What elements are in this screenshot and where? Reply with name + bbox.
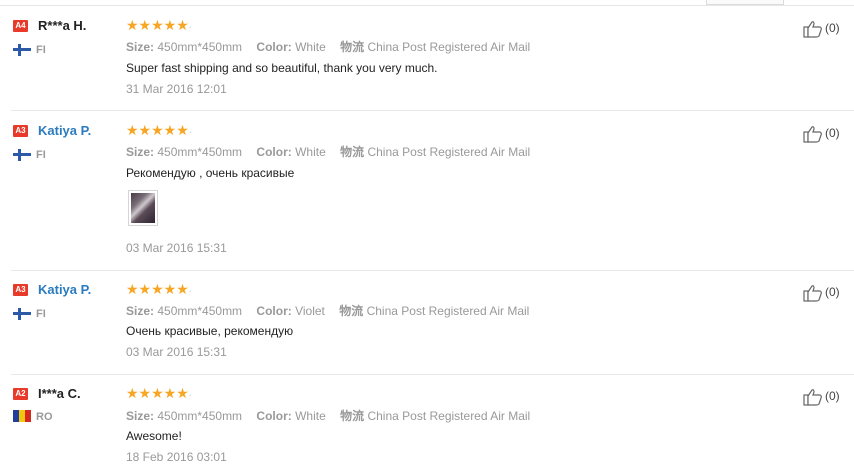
rating-stars: ★★★★★·	[126, 122, 192, 138]
review-item: A3 Katiya P. FI ★★★★★· Size: 450mm*450mm…	[0, 111, 854, 271]
helpful-count: (0)	[825, 285, 840, 300]
size-label: Size:	[126, 145, 155, 159]
color-value: White	[295, 145, 326, 159]
page-control-edge	[706, 0, 784, 5]
color-label: Color:	[256, 40, 292, 54]
order-attributes: Size: 450mm*450mm Color: White 物流 China …	[126, 143, 530, 160]
helpful-button[interactable]: (0)	[803, 20, 840, 38]
star-icons: ★★★★★	[126, 281, 189, 297]
review-text: Очень красивые, рекомендую	[126, 324, 294, 338]
order-attributes: Size: 450mm*450mm Color: White 物流 China …	[126, 38, 530, 55]
thumbs-up-icon	[803, 126, 822, 143]
shipping-value: China Post Registered Air Mail	[367, 409, 531, 423]
shipping-label: 物流	[340, 409, 365, 423]
size-label: Size:	[126, 409, 155, 423]
buyer-name[interactable]: Katiya P.	[38, 282, 91, 297]
review-text: Super fast shipping and so beautiful, th…	[126, 61, 438, 75]
size-label: Size:	[126, 40, 155, 54]
helpful-button[interactable]: (0)	[803, 125, 840, 143]
country-code: FI	[36, 44, 46, 56]
shipping-value: China Post Registered Air Mail	[366, 304, 530, 318]
color-label: Color:	[256, 145, 292, 159]
color-value: Violet	[295, 304, 325, 318]
size-value: 450mm*450mm	[157, 409, 243, 423]
review-item: A4 R***a H. FI ★★★★★· Size: 450mm*450mm …	[0, 6, 854, 111]
helpful-count: (0)	[825, 389, 840, 404]
buyer-level-badge: A4	[13, 20, 28, 32]
review-date: 03 Mar 2016 15:31	[126, 345, 227, 359]
helpful-button[interactable]: (0)	[803, 284, 840, 302]
country-code: RO	[36, 411, 53, 423]
size-label: Size:	[126, 304, 155, 318]
country-flag-icon	[13, 149, 31, 161]
order-attributes: Size: 450mm*450mm Color: White 物流 China …	[126, 407, 530, 424]
color-label: Color:	[256, 409, 292, 423]
color-value: White	[295, 40, 326, 54]
thumbs-up-icon	[803, 389, 822, 406]
helpful-count: (0)	[825, 21, 840, 36]
review-photo-thumbnail[interactable]	[128, 190, 158, 226]
review-date: 31 Mar 2016 12:01	[126, 82, 227, 96]
helpful-button[interactable]: (0)	[803, 388, 840, 406]
shipping-value: China Post Registered Air Mail	[367, 40, 531, 54]
size-value: 450mm*450mm	[157, 40, 243, 54]
color-label: Color:	[256, 304, 292, 318]
photo-image	[131, 193, 155, 223]
review-date: 18 Feb 2016 03:01	[126, 450, 227, 464]
rating-stars: ★★★★★·	[126, 281, 192, 297]
review-item: A2 I***a C. RO ★★★★★· Size: 450mm*450mm …	[0, 375, 854, 474]
color-value: White	[295, 409, 326, 423]
size-value: 450mm*450mm	[157, 304, 243, 318]
shipping-label: 物流	[339, 304, 364, 318]
order-attributes: Size: 450mm*450mm Color: Violet 物流 China…	[126, 302, 529, 319]
rating-stars: ★★★★★·	[126, 17, 192, 33]
buyer-level-badge: A3	[13, 125, 28, 137]
buyer-name[interactable]: Katiya P.	[38, 123, 91, 138]
thumbs-up-icon	[803, 285, 822, 302]
shipping-value: China Post Registered Air Mail	[367, 145, 531, 159]
buyer-name: R***a H.	[38, 18, 87, 33]
review-text: Рекомендую , очень красивые	[126, 166, 295, 180]
shipping-label: 物流	[340, 40, 365, 54]
country-flag-icon	[13, 410, 31, 422]
buyer-level-badge: A2	[13, 388, 28, 400]
star-icons: ★★★★★	[126, 122, 189, 138]
rating-stars: ★★★★★·	[126, 385, 192, 401]
star-icons: ★★★★★	[126, 385, 189, 401]
review-item: A3 Katiya P. FI ★★★★★· Size: 450mm*450mm…	[0, 271, 854, 375]
review-text: Awesome!	[126, 429, 182, 443]
size-value: 450mm*450mm	[157, 145, 243, 159]
helpful-count: (0)	[825, 126, 840, 141]
review-date: 03 Mar 2016 15:31	[126, 241, 227, 255]
buyer-level-badge: A3	[13, 284, 28, 296]
country-flag-icon	[13, 308, 31, 320]
star-icons: ★★★★★	[126, 17, 189, 33]
buyer-name: I***a C.	[38, 386, 81, 401]
country-code: FI	[36, 149, 46, 161]
country-code: FI	[36, 308, 46, 320]
thumbs-up-icon	[803, 21, 822, 38]
shipping-label: 物流	[340, 145, 365, 159]
country-flag-icon	[13, 44, 31, 56]
